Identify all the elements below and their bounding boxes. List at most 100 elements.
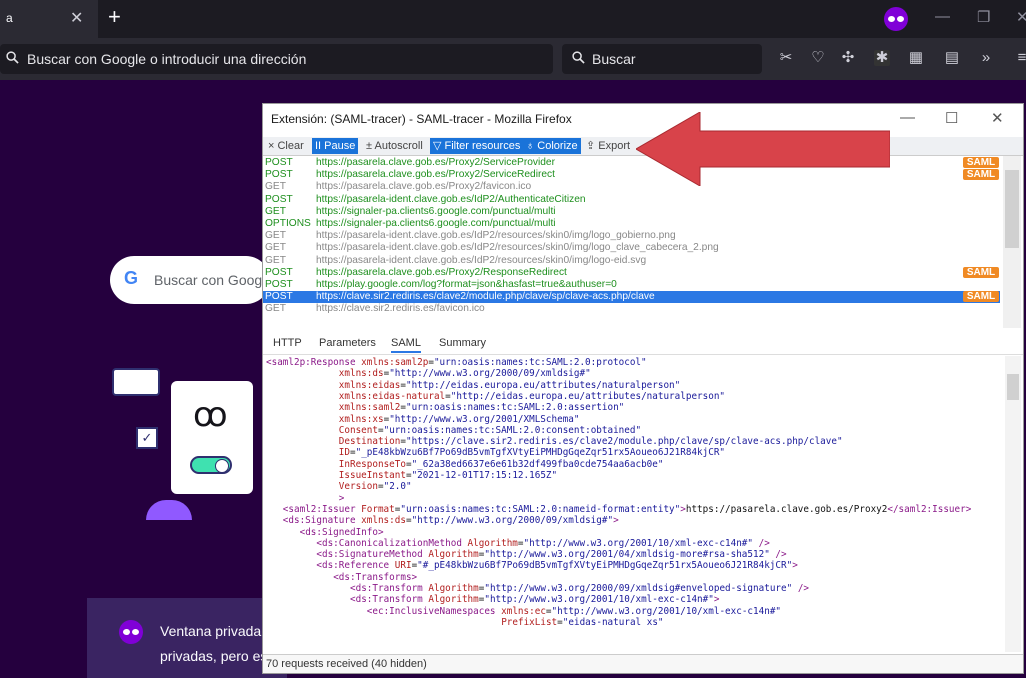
- xml-line: <ds:Reference URI="#_pE48kbWzu6Bf7Po69dB…: [316, 560, 797, 571]
- xml-token: </saml2:Issuer>: [887, 503, 972, 515]
- tab-saml[interactable]: SAML: [391, 337, 421, 353]
- request-row[interactable]: POST https://pasarela.clave.gob.es/Proxy2…: [263, 266, 1000, 279]
- request-row[interactable]: POST https://pasarela-ident.clave.gob.es/…: [263, 194, 1000, 206]
- saml-xml-viewer[interactable]: <saml2p:Response xmlns:saml2p="urn:oasis…: [263, 356, 1003, 654]
- request-row[interactable]: GET https://pasarela-ident.clave.gob.es/I…: [263, 255, 1000, 267]
- request-method: GET: [265, 230, 286, 242]
- new-tab-icon[interactable]: +: [108, 4, 121, 30]
- hamburger-menu-icon[interactable]: ≡: [1014, 50, 1026, 66]
- request-url: https://signaler-pa.clients6.google.com/…: [316, 218, 556, 229]
- maximize-icon[interactable]: ☐: [945, 109, 958, 127]
- request-method: GET: [265, 254, 286, 266]
- google-search-box[interactable]: G Buscar con Goog: [110, 256, 270, 304]
- request-method: POST: [265, 193, 293, 205]
- tab-bar: [0, 0, 1026, 38]
- xml-token: Version: [338, 481, 378, 493]
- annotation-arrow-icon: [636, 112, 890, 186]
- url-bar[interactable]: Buscar con Google o introducir una direc…: [0, 44, 553, 74]
- xml-token: <ds:CanonicalizationMethod: [316, 537, 468, 549]
- request-row[interactable]: POST https://play.google.com/log?format=j…: [263, 279, 1000, 291]
- request-list-scroll-thumb[interactable]: [1005, 170, 1019, 248]
- xml-token: Format: [361, 503, 395, 515]
- cloud-illustration-icon: [146, 500, 192, 520]
- request-url: https://clave.sir2.rediris.es/clave2/mod…: [316, 291, 655, 303]
- xml-viewer-scrollbar[interactable]: [1005, 356, 1021, 652]
- xml-token: xmlns:ds: [338, 368, 384, 380]
- extension-icon[interactable]: ✣: [840, 50, 856, 66]
- minimize-icon[interactable]: —: [935, 8, 950, 25]
- request-row[interactable]: GET https://clave.sir2.rediris.es/favicon…: [263, 303, 1000, 315]
- xml-line: <ds:Transform Algorithm="http://www.w3.o…: [350, 583, 809, 594]
- xml-token: >: [338, 492, 345, 504]
- minimize-icon[interactable]: —: [900, 109, 915, 126]
- export-button[interactable]: ⇪ Export: [583, 138, 633, 154]
- xml-token: "_pE48kbWzu6Bf7Po69dB5vmTgfXVtyEiPMHDgGq…: [355, 447, 726, 459]
- request-row[interactable]: OPTIONS https://signaler-pa.clients6.goog…: [263, 218, 1000, 230]
- xml-token: "_62a38ed6637e6e61b32df499fba0cde754aa6a…: [411, 458, 664, 470]
- clear-button[interactable]: × Clear: [265, 138, 307, 154]
- autoscroll-button[interactable]: ± Autoscroll: [363, 138, 426, 154]
- request-url: https://pasarela.clave.gob.es/Proxy2/Res…: [316, 266, 567, 278]
- xml-token: <ds:Transforms>: [333, 571, 418, 583]
- xml-token: Consent: [338, 424, 378, 436]
- search-bar[interactable]: Buscar: [562, 44, 762, 74]
- colorful-extension-icon[interactable]: ✱: [874, 50, 890, 66]
- request-url: https://pasarela-ident.clave.gob.es/IdP2…: [316, 242, 719, 254]
- request-method: GET: [265, 242, 286, 254]
- xml-token: "urn:oasis:names:tc:SAML:2.0:consent:obt…: [383, 424, 642, 436]
- xml-token: xmlns:saml2: [338, 402, 401, 414]
- xml-token: <ds:Reference: [316, 560, 395, 572]
- xml-line: PrefixList="eidas-natural xs": [501, 617, 663, 628]
- xml-line: <ds:SignatureMethod Algorithm="http://ww…: [316, 549, 786, 560]
- pocket-icon[interactable]: ♡: [810, 50, 826, 66]
- request-url: https://pasarela.clave.gob.es/Proxy2/fav…: [316, 181, 532, 193]
- xml-token: "http://www.w3.org/2000/09/xmldsig#": [411, 515, 614, 527]
- request-row[interactable]: GET https://pasarela-ident.clave.gob.es/I…: [263, 242, 1000, 254]
- close-tab-icon[interactable]: ✕: [70, 8, 83, 28]
- request-url: https://pasarela-ident.clave.gob.es/IdP2…: [316, 230, 676, 242]
- pause-button[interactable]: II Pause: [312, 138, 359, 154]
- maximize-icon[interactable]: ❐: [977, 8, 990, 26]
- status-bar: 70 requests received (40 hidden): [263, 654, 1023, 673]
- xml-token: <ds:Transform: [350, 583, 429, 594]
- xml-token: "urn:oasis:names:tc:SAML:2.0:assertion": [405, 402, 625, 414]
- xml-token: "http://www.w3.org/2000/09/xmldsig#envel…: [484, 583, 793, 594]
- request-method: GET: [265, 303, 286, 315]
- xml-line: <saml2p:Response xmlns:saml2p="urn:oasis…: [266, 357, 647, 368]
- xml-token: "http://eidas.europa.eu/attributes/natur…: [405, 379, 681, 391]
- xml-token: Algorithm: [428, 549, 479, 561]
- request-url: https://pasarela.clave.gob.es/Proxy2/Ser…: [316, 157, 555, 168]
- saml-tracer-icon[interactable]: ▤: [944, 50, 960, 66]
- xml-token: />: [769, 549, 787, 561]
- close-icon[interactable]: ✕: [991, 109, 1004, 127]
- request-method: GET: [265, 205, 286, 217]
- xml-token: "http://www.w3.org/2001/10/xml-exc-c14n#…: [551, 605, 782, 617]
- tab-summary[interactable]: Summary: [439, 337, 486, 349]
- saml-tracer-window: Extensión: (SAML-tracer) - SAML-tracer -…: [262, 103, 1024, 674]
- request-url: https://signaler-pa.clients6.google.com/…: [316, 205, 556, 217]
- close-window-icon[interactable]: ✕: [1016, 8, 1026, 26]
- xml-token: <saml2p:Response: [266, 357, 362, 368]
- screenshot-icon[interactable]: ✂: [778, 50, 794, 66]
- xml-token: xmlns:saml2p: [361, 357, 429, 368]
- browser-tab[interactable]: a ✕: [0, 0, 98, 38]
- request-row[interactable]: GET https://pasarela-ident.clave.gob.es/I…: [263, 230, 1000, 242]
- qr-code-icon[interactable]: ▦: [908, 50, 924, 66]
- xml-token: "#_pE48kbWzu6Bf7Po69dB5vmTgfXVtyEiPMHDgG…: [417, 560, 793, 572]
- colorize-button[interactable]: ♁ Colorize: [523, 138, 581, 154]
- request-row[interactable]: GET https://signaler-pa.clients6.google.c…: [263, 206, 1000, 218]
- illustration-card: [112, 368, 160, 396]
- xml-line: ID="_pE48kbWzu6Bf7Po69dB5vmTgfXVtyEiPMHD…: [339, 447, 725, 458]
- request-method: POST: [265, 266, 293, 278]
- xml-viewer-scroll-thumb[interactable]: [1007, 374, 1019, 400]
- xml-line: <ds:Signature xmlns:ds="http://www.w3.or…: [283, 515, 619, 526]
- tab-http[interactable]: HTTP: [273, 337, 302, 349]
- filter-resources-button[interactable]: ▽ Filter resources: [430, 138, 524, 154]
- request-method: POST: [265, 279, 293, 290]
- xml-token: "2021-12-01T17:15:12.165Z": [411, 470, 558, 481]
- xml-line: xmlns:eidas="http://eidas.europa.eu/attr…: [339, 380, 680, 391]
- tab-parameters[interactable]: Parameters: [319, 337, 376, 349]
- overflow-menu-icon[interactable]: »: [978, 50, 994, 66]
- request-row[interactable]: POST https://clave.sir2.rediris.es/clave2…: [263, 291, 1000, 303]
- xml-token: URI: [394, 560, 412, 572]
